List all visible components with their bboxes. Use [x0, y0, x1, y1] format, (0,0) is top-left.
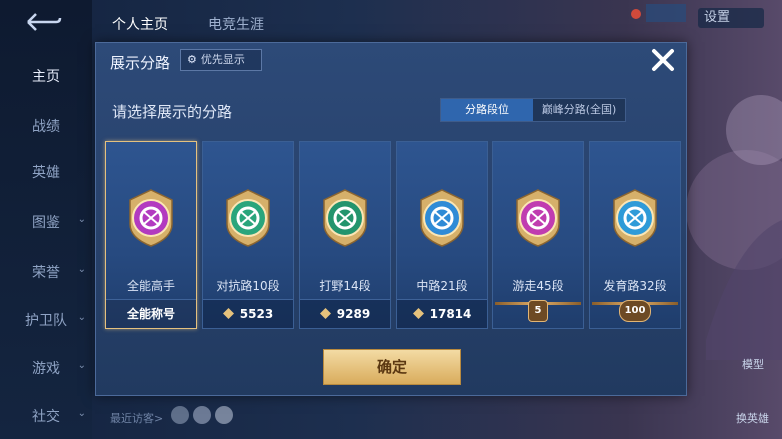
chevron-down-icon: ⌄	[77, 312, 86, 323]
priority-display-label: 优先显示	[200, 53, 245, 66]
rank-badge-number: 5	[528, 300, 548, 322]
sidebar-item-home[interactable]: 主页	[0, 66, 92, 86]
hero-art	[686, 95, 782, 360]
settings-button[interactable]: 设置	[698, 8, 764, 28]
sidebar-item-codex[interactable]: 图鉴 ⌄	[0, 212, 92, 232]
chevron-down-icon: ⌄	[77, 214, 86, 225]
allround-icon	[129, 189, 173, 247]
lane-tabs: 分路段位 巅峰分路(全国)	[440, 98, 626, 122]
footer-text: 全能称号	[126, 307, 175, 321]
lane-score: 5523	[203, 299, 293, 328]
lane-card[interactable]: 全能高手 全能称号	[105, 141, 197, 329]
dialog-subtitle: 请选择展示的分路	[112, 103, 233, 121]
rank-badge: 5	[493, 300, 583, 328]
lane-card[interactable]: 发育路32段 100	[589, 141, 681, 329]
sidebar-item-label: 荣誉	[32, 265, 60, 281]
tab-esports[interactable]: 电竞生涯	[208, 14, 264, 34]
tab-peak-lane[interactable]: 巅峰分路(全国)	[533, 99, 625, 121]
sidebar-item-label: 主页	[32, 69, 60, 85]
lane-score: 17814	[397, 299, 487, 328]
lane-display-dialog: 展示分路 ⚙ 优先显示 请选择展示的分路 分路段位 巅峰分路(全国) 全能高手全能…	[95, 42, 687, 396]
chevron-down-icon: ⌄	[77, 264, 86, 275]
farm-lane-icon	[613, 189, 657, 247]
swap-hero-label[interactable]: 换英雄	[736, 410, 769, 426]
diamond-icon	[319, 308, 331, 319]
sidebar-item-label: 图鉴	[32, 215, 60, 231]
roam-icon	[516, 189, 560, 247]
lane-card[interactable]: 对抗路10段 5523	[202, 141, 294, 329]
sidebar-item-label: 护卫队	[25, 313, 67, 329]
sidebar-item-heroes[interactable]: 英雄	[0, 162, 92, 182]
sidebar-item-games[interactable]: 游戏 ⌄	[0, 358, 92, 378]
lane-card[interactable]: 打野14段 9289	[299, 141, 391, 329]
sidebar-item-honor[interactable]: 荣誉 ⌄	[0, 262, 92, 282]
lane-score: 9289	[300, 299, 390, 328]
model-label[interactable]: 模型	[742, 356, 764, 372]
sidebar-item-social[interactable]: 社交 ⌄	[0, 406, 92, 426]
recent-visitors[interactable]: 最近访客>	[110, 410, 163, 426]
sidebar-item-label: 英雄	[32, 165, 60, 181]
rank-badge: 100	[590, 300, 680, 328]
lane-card-label: 游走45段	[512, 279, 564, 293]
rank-badge-number: 100	[619, 300, 651, 322]
top-decoration	[631, 4, 686, 22]
visitor-avatars[interactable]	[170, 404, 240, 426]
close-icon[interactable]	[650, 47, 676, 73]
lane-card-label: 中路21段	[416, 279, 468, 293]
sidebar-item-label: 战绩	[32, 119, 60, 135]
lane-card-label: 发育路32段	[603, 279, 667, 293]
mid-lane-icon	[420, 189, 464, 247]
lane-card[interactable]: 中路21段 17814	[396, 141, 488, 329]
tab-profile[interactable]: 个人主页	[112, 14, 168, 34]
dialog-title: 展示分路	[110, 54, 171, 72]
footer-text: 5523	[239, 307, 274, 321]
clash-lane-icon	[226, 189, 270, 247]
gear-icon: ⚙	[187, 53, 197, 66]
lane-card-label: 打野14段	[319, 279, 371, 293]
title-text: 全能称号	[106, 299, 196, 328]
footer-text: 9289	[336, 307, 371, 321]
jungle-icon	[323, 189, 367, 247]
sidebar-item-label: 社交	[32, 409, 60, 425]
chevron-down-icon: ⌄	[77, 360, 86, 371]
tab-lane-rank[interactable]: 分路段位	[441, 99, 533, 121]
sidebar-item-records[interactable]: 战绩	[0, 116, 92, 136]
sidebar: 主页 战绩 英雄 图鉴 ⌄ 荣誉 ⌄ 护卫队 ⌄ 游戏 ⌄ 社交 ⌄	[0, 0, 92, 439]
diamond-icon	[222, 308, 234, 319]
lane-card[interactable]: 游走45段 5	[492, 141, 584, 329]
footer-text: 17814	[429, 307, 472, 321]
sidebar-item-guard[interactable]: 护卫队 ⌄	[0, 310, 92, 330]
sidebar-item-label: 游戏	[32, 361, 60, 377]
diamond-icon	[412, 308, 424, 319]
chevron-down-icon: ⌄	[77, 408, 86, 419]
priority-display-button[interactable]: ⚙ 优先显示	[180, 49, 262, 71]
lane-card-label: 全能高手	[126, 279, 175, 293]
lane-card-label: 对抗路10段	[216, 279, 280, 293]
back-arrow-icon[interactable]	[22, 10, 64, 34]
confirm-button[interactable]: 确定	[323, 349, 461, 385]
